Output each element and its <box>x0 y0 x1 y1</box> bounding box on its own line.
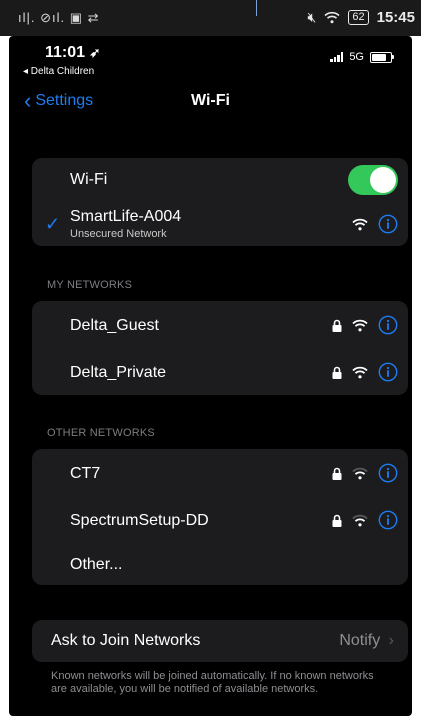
screen-divider <box>256 0 257 16</box>
back-to-app-link[interactable]: ◂ Delta Children <box>23 66 94 77</box>
network-row-delta-guest[interactable]: Delta_Guest <box>32 301 408 347</box>
network-icons <box>332 463 398 483</box>
device-status-bar: ıl|. ⊘ıl. ▣ ⇄ 🔇︎ 62 15:45 <box>0 0 421 36</box>
network-name: CT7 <box>70 465 101 482</box>
info-icon[interactable] <box>378 510 398 530</box>
lock-icon <box>332 467 342 480</box>
other-networks-group: CT7 SpectrumSetup-DD Other... <box>32 449 408 585</box>
info-icon[interactable] <box>378 463 398 483</box>
ask-to-join-value-text: Notify <box>339 632 381 649</box>
mute-icon: 🔇︎ <box>307 9 317 25</box>
ios-status-bar: 11:01 ➶ ◂ Delta Children 5G <box>9 36 412 86</box>
battery-icon <box>370 51 394 63</box>
ask-to-join-footer: Known networks will be joined automatica… <box>51 670 374 695</box>
connected-network-row[interactable]: ✓ SmartLife-A004 Unsecured Network <box>32 202 408 248</box>
lock-icon <box>332 514 342 527</box>
device-status-right: 🔇︎ 62 15:45 <box>308 9 415 26</box>
wifi-toggle-row: Wi-Fi <box>32 158 408 204</box>
connected-network-icons <box>352 214 398 234</box>
lock-icon <box>332 366 342 379</box>
network-row-spectrum[interactable]: SpectrumSetup-DD <box>32 496 408 542</box>
connected-network-name: SmartLife-A004 <box>70 208 182 225</box>
toggle-knob <box>370 167 396 193</box>
cellular-signal-icon <box>330 52 344 62</box>
network-name: SpectrumSetup-DD <box>70 512 209 529</box>
ios-clock-text: 11:01 <box>45 44 86 61</box>
ios-screen: 11:01 ➶ ◂ Delta Children 5G ‹ Settings W… <box>9 36 412 716</box>
wifi-group: Wi-Fi ✓ SmartLife-A004 Unsecured Network <box>32 158 408 246</box>
wifi-signal-icon <box>352 218 368 230</box>
page-title: Wi-Fi <box>191 92 230 109</box>
wifi-signal-icon <box>352 514 368 526</box>
network-icons <box>332 362 398 382</box>
ask-to-join-group[interactable]: Ask to Join Networks Notify › <box>32 620 408 662</box>
other-networks-header: OTHER NETWORKS <box>47 427 155 439</box>
device-clock: 15:45 <box>376 9 415 26</box>
network-icons <box>332 315 398 335</box>
device-wifi-icon <box>324 11 340 24</box>
device-status-icons: ıl|. ⊘ıl. ▣ ⇄ <box>18 10 100 25</box>
info-icon[interactable] <box>378 362 398 382</box>
wifi-signal-icon <box>352 366 368 378</box>
connected-network-subtitle: Unsecured Network <box>70 228 167 240</box>
info-icon[interactable] <box>378 315 398 335</box>
device-battery: 62 <box>348 10 369 25</box>
wifi-toggle[interactable] <box>348 165 398 195</box>
wifi-signal-icon <box>352 319 368 331</box>
location-arrow-icon: ➶ <box>89 45 101 60</box>
network-row-ct7[interactable]: CT7 <box>32 449 408 495</box>
info-icon[interactable] <box>378 214 398 234</box>
wifi-signal-icon <box>352 467 368 479</box>
other-network-label: Other... <box>70 556 123 573</box>
navigation-bar: ‹ Settings Wi-Fi <box>9 88 412 120</box>
network-name: Delta_Guest <box>70 317 159 334</box>
ios-clock: 11:01 ➶ <box>45 44 100 62</box>
network-type: 5G <box>349 51 364 63</box>
wifi-label: Wi-Fi <box>70 171 108 188</box>
network-row-delta-private[interactable]: Delta_Private <box>32 348 408 394</box>
network-name: Delta_Private <box>70 364 167 381</box>
ask-to-join-label: Ask to Join Networks <box>51 632 201 649</box>
lock-icon <box>332 319 342 332</box>
chevron-right-icon: › <box>388 632 394 649</box>
ask-to-join-value: Notify › <box>339 632 394 650</box>
my-networks-group: Delta_Guest Delta_Private <box>32 301 408 395</box>
checkmark-icon: ✓ <box>45 214 61 234</box>
other-network-row[interactable]: Other... <box>32 541 408 587</box>
ios-status-right: 5G <box>330 51 394 63</box>
network-icons <box>332 510 398 530</box>
my-networks-header: MY NETWORKS <box>47 279 133 291</box>
